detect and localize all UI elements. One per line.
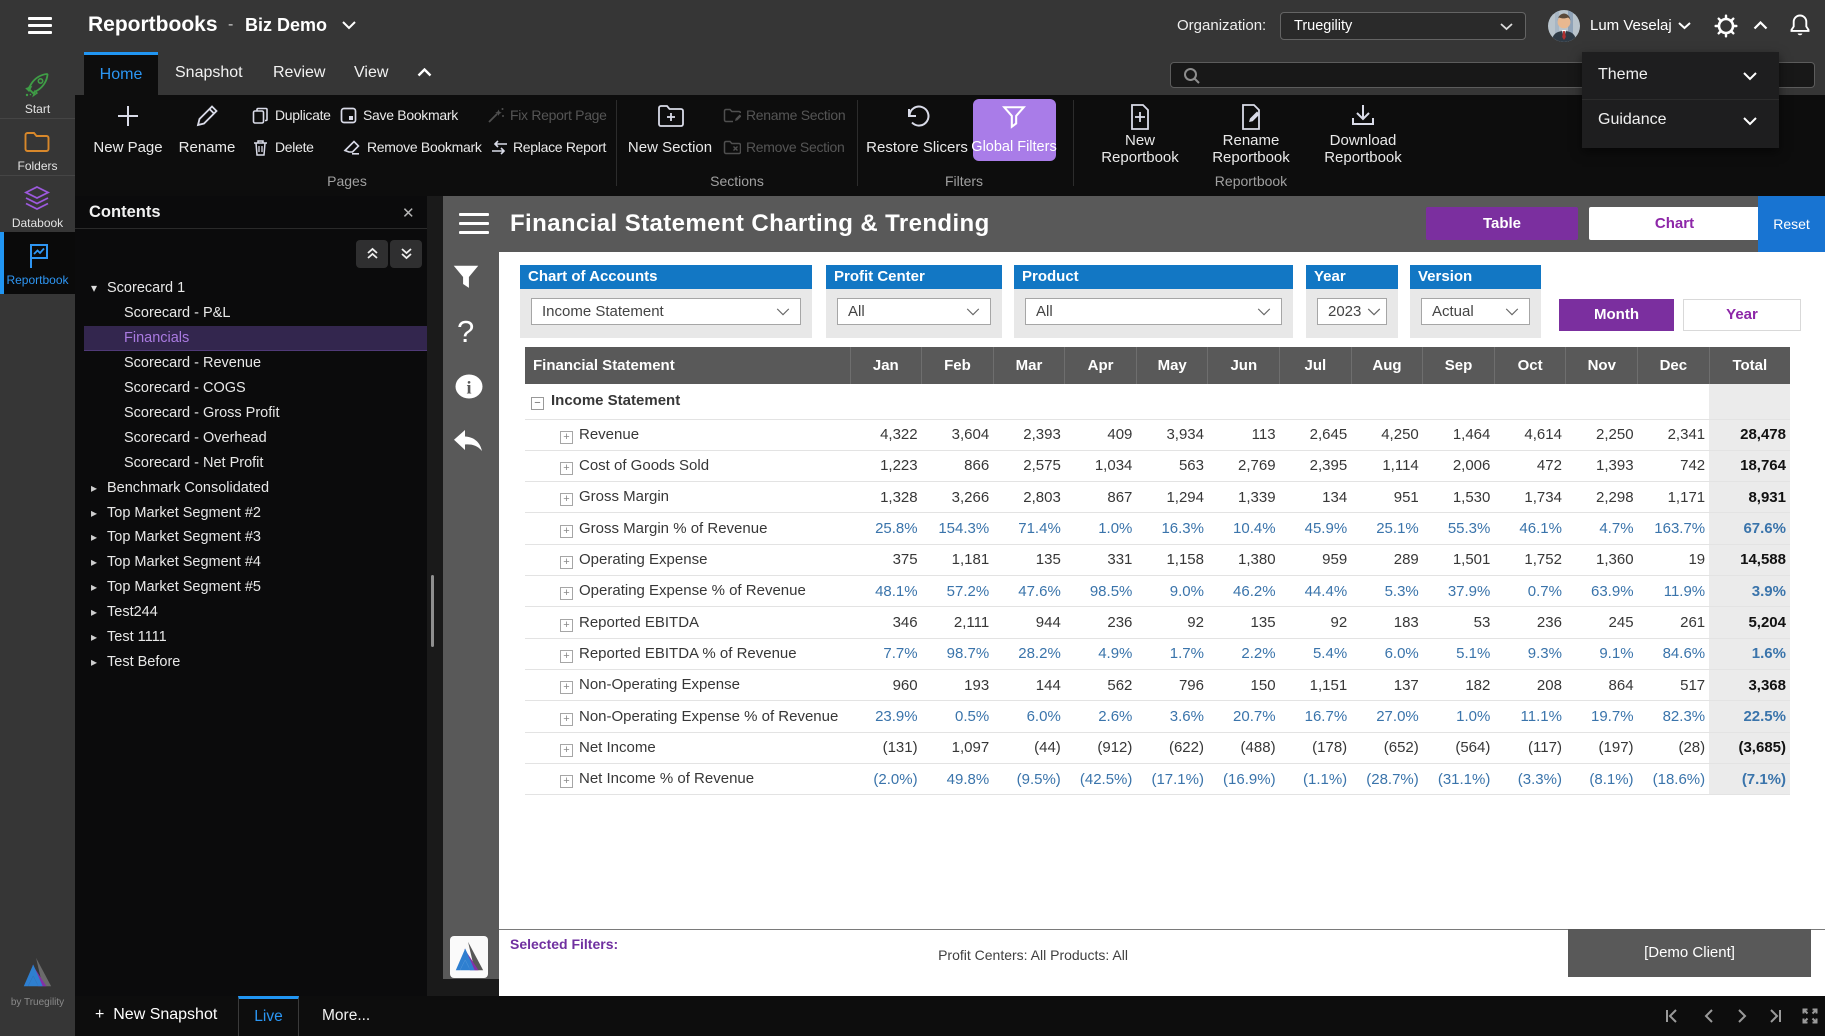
svg-text:i: i	[466, 378, 471, 398]
